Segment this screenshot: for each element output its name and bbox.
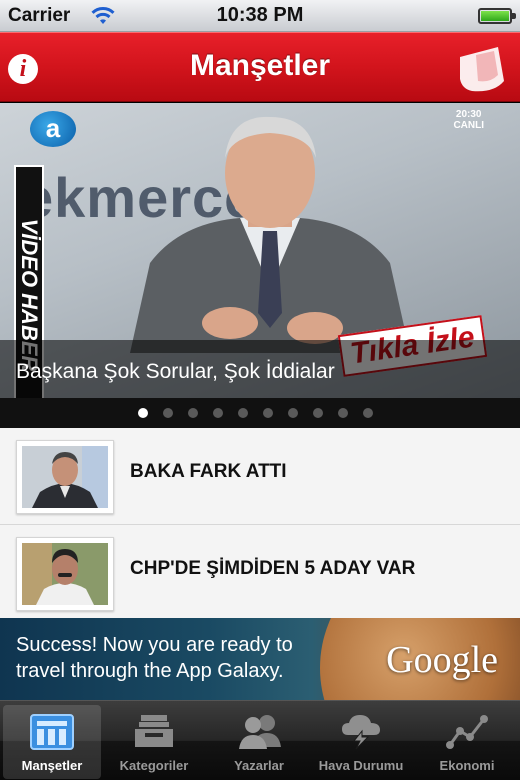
page-dot[interactable] bbox=[287, 408, 298, 418]
headline-caption[interactable]: Başkana Şok Sorular, Şok İddialar bbox=[16, 360, 335, 384]
headline-carousel[interactable]: ekmerce a 20:30 CANLI VİDEO HABER Tıkla … bbox=[0, 103, 520, 398]
battery-icon bbox=[478, 8, 516, 24]
newspaper-icon bbox=[30, 714, 74, 750]
ad-banner[interactable]: Success! Now you are ready to travel thr… bbox=[0, 618, 520, 700]
page-indicator[interactable] bbox=[0, 398, 520, 428]
page-dot[interactable] bbox=[262, 408, 273, 418]
page-dot[interactable] bbox=[162, 408, 173, 418]
page-dot[interactable] bbox=[212, 408, 223, 418]
inbox-tray-icon bbox=[135, 715, 173, 747]
tab-label: Yazarlar bbox=[234, 758, 284, 773]
live-tag: 20:30 CANLI bbox=[453, 109, 484, 131]
page-dot[interactable] bbox=[237, 408, 248, 418]
ad-brand-logo: Google bbox=[386, 639, 498, 681]
page-dot[interactable] bbox=[187, 408, 198, 418]
tab-hava-durumu[interactable]: Hava Durumu bbox=[312, 705, 410, 779]
tab-mansetler[interactable]: Manşetler bbox=[3, 705, 101, 779]
news-list-item[interactable]: CHP'DE ŞİMDİDEN 5 ADAY VAR bbox=[0, 525, 520, 622]
news-headline: BAKA FARK ATTI bbox=[130, 461, 287, 482]
status-bar: Carrier 10:38 PM bbox=[0, 0, 520, 32]
news-list: BAKA FARK ATTI CHP'DE ŞİMDİDEN 5 ADAY VA… bbox=[0, 428, 520, 622]
news-thumbnail-image bbox=[22, 446, 108, 508]
tab-bar: Manşetler Kategoriler Yazarlar Hava Duru… bbox=[0, 700, 520, 780]
ad-line-1: Success! Now you are ready to bbox=[16, 634, 293, 656]
tab-yazarlar[interactable]: Yazarlar bbox=[210, 705, 308, 779]
channel-logo: a bbox=[30, 111, 76, 147]
line-graph-icon bbox=[446, 715, 488, 749]
navigation-bar: i Manşetler bbox=[0, 32, 520, 102]
tab-label: Hava Durumu bbox=[318, 758, 404, 773]
page-dot[interactable] bbox=[362, 408, 373, 418]
status-time: 10:38 PM bbox=[216, 4, 304, 26]
tab-ekonomi[interactable]: Ekonomi bbox=[418, 705, 516, 779]
ad-line-2: travel through the App Galaxy. bbox=[16, 660, 284, 682]
ad-text: Success! Now you are ready to travel thr… bbox=[16, 632, 293, 684]
people-icon bbox=[239, 715, 281, 749]
tab-label: Kategoriler bbox=[119, 758, 189, 773]
news-headline: CHP'DE ŞİMDİDEN 5 ADAY VAR bbox=[130, 558, 416, 579]
weather-cloud-icon bbox=[342, 715, 380, 750]
news-thumbnail bbox=[16, 440, 114, 514]
page-dot[interactable] bbox=[337, 408, 348, 418]
tab-kategoriler[interactable]: Kategoriler bbox=[105, 705, 203, 779]
page-title: Manşetler bbox=[189, 49, 331, 82]
app-logo-icon bbox=[460, 47, 504, 92]
page-dot[interactable] bbox=[137, 408, 148, 418]
news-thumbnail-image bbox=[22, 543, 108, 605]
page-dot[interactable] bbox=[312, 408, 323, 418]
tab-label: Ekonomi bbox=[439, 758, 495, 773]
news-list-item[interactable]: BAKA FARK ATTI bbox=[0, 428, 520, 525]
news-thumbnail bbox=[16, 537, 114, 611]
tab-label: Manşetler bbox=[21, 758, 83, 773]
news-photo-person bbox=[130, 116, 410, 353]
